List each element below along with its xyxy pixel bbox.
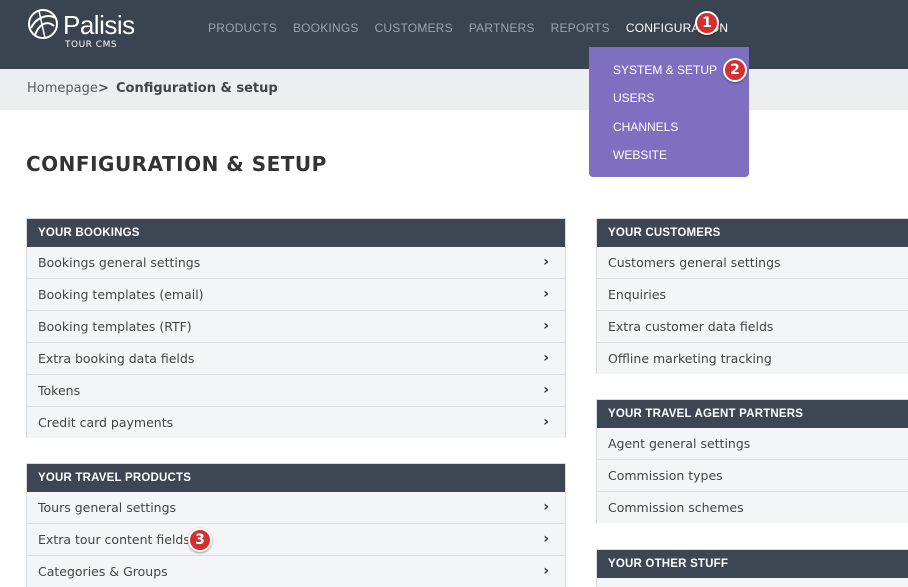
breadcrumb-home-link[interactable]: Homepage (27, 81, 98, 96)
panel-your-bookings: YOUR BOOKINGS Bookings general settings … (26, 218, 566, 438)
list-item-tokens[interactable]: Tokens › (27, 374, 565, 406)
list-item-label: Tours general settings (38, 500, 177, 515)
list-item-booking-templates-email[interactable]: Booking templates (email) › (27, 278, 565, 310)
menu-item-users[interactable]: USERS (613, 91, 654, 105)
panel-your-other-stuff: YOUR OTHER STUFF (596, 549, 908, 587)
panel-your-travel-products: YOUR TRAVEL PRODUCTS Tours general setti… (26, 463, 566, 587)
panel-header: YOUR OTHER STUFF (597, 550, 908, 578)
panel-header: YOUR TRAVEL AGENT PARTNERS (597, 400, 908, 428)
menu-item-website[interactable]: WEBSITE (613, 148, 667, 162)
list-item-extra-tour-content-fields[interactable]: Extra tour content fields › (27, 523, 565, 555)
list-item-label: Agent general settings (608, 436, 751, 451)
menu-item-system-setup[interactable]: SYSTEM & SETUP (613, 63, 717, 77)
list-item-categories-groups[interactable]: Categories & Groups › (27, 555, 565, 587)
menu-item-channels[interactable]: CHANNELS (613, 120, 678, 134)
chevron-right-icon: › (543, 414, 549, 430)
list-item-label: Customers general settings (608, 255, 781, 270)
list-item-customers-general-settings[interactable]: Customers general settings (597, 247, 908, 278)
list-item-agent-general-settings[interactable]: Agent general settings (597, 428, 908, 459)
list-item-extra-booking-data-fields[interactable]: Extra booking data fields › (27, 342, 565, 374)
list-item-label: Enquiries (608, 287, 666, 302)
list-item-label: Commission schemes (608, 500, 744, 515)
chevron-right-icon: › (543, 254, 549, 270)
list-item-label: Booking templates (email) (38, 287, 204, 302)
list-item-label: Extra tour content fields (38, 532, 190, 547)
list-item-label: Commission types (608, 468, 723, 483)
nav-customers[interactable]: CUSTOMERS (375, 21, 453, 37)
step-badge-3: 3 (188, 528, 212, 552)
nav-products[interactable]: PRODUCTS (208, 21, 277, 37)
panel-your-travel-agent-partners: YOUR TRAVEL AGENT PARTNERS Agent general… (596, 399, 908, 523)
panel-rows: Customers general settings Enquiries Ext… (597, 247, 908, 374)
chevron-right-icon: › (543, 563, 549, 579)
list-item-commission-types[interactable]: Commission types (597, 459, 908, 491)
list-item-label: Booking templates (RTF) (38, 319, 192, 334)
nav-partners[interactable]: PARTNERS (469, 21, 535, 37)
palisis-logo[interactable]: Palisis TOUR CMS (27, 8, 157, 58)
list-item-label: Credit card payments (38, 415, 174, 430)
panel-your-customers: YOUR CUSTOMERS Customers general setting… (596, 218, 908, 374)
chevron-right-icon: › (543, 286, 549, 302)
nav-reports[interactable]: REPORTS (551, 21, 610, 37)
panel-header: YOUR TRAVEL PRODUCTS (27, 464, 565, 492)
page-title: CONFIGURATION & SETUP (26, 152, 327, 176)
breadcrumb: Homepage > Configuration & setup (0, 69, 908, 110)
list-item-credit-card-payments[interactable]: Credit card payments › (27, 406, 565, 438)
panel-rows: Bookings general settings › Booking temp… (27, 247, 565, 438)
nav-bookings[interactable]: BOOKINGS (293, 21, 359, 37)
list-item-label: Offline marketing tracking (608, 351, 772, 366)
brand-subtitle: TOUR CMS (65, 40, 118, 50)
chevron-right-icon: › (543, 382, 549, 398)
top-navigation-bar: Palisis TOUR CMS PRODUCTS BOOKINGS CUSTO… (0, 0, 908, 69)
list-item-offline-marketing-tracking[interactable]: Offline marketing tracking (597, 342, 908, 374)
list-item-label: Extra booking data fields (38, 351, 195, 366)
panel-header: YOUR CUSTOMERS (597, 219, 908, 247)
chevron-right-icon: › (543, 318, 549, 334)
list-item-tours-general-settings[interactable]: Tours general settings › (27, 492, 565, 523)
list-item-label: Tokens (38, 383, 81, 398)
breadcrumb-current: Configuration & setup (116, 81, 278, 96)
chevron-right-icon: › (543, 350, 549, 366)
chevron-right-icon: › (543, 499, 549, 515)
chevron-right-icon: › (543, 531, 549, 547)
panel-rows: Agent general settings Commission types … (597, 428, 908, 523)
list-item-label: Categories & Groups (38, 564, 168, 579)
list-item-label: Extra customer data fields (608, 319, 774, 334)
panel-rows: Tours general settings › Extra tour cont… (27, 492, 565, 587)
step-badge-2: 2 (723, 58, 747, 82)
list-item-booking-templates-rtf[interactable]: Booking templates (RTF) › (27, 310, 565, 342)
panel-header: YOUR BOOKINGS (27, 219, 565, 247)
brand-name: Palisis (63, 10, 135, 40)
globe-logo-icon (28, 9, 58, 39)
list-item-commission-schemes[interactable]: Commission schemes (597, 491, 908, 523)
list-item-extra-customer-data-fields[interactable]: Extra customer data fields (597, 310, 908, 342)
main-nav: PRODUCTS BOOKINGS CUSTOMERS PARTNERS REP… (208, 21, 744, 37)
list-item-label: Bookings general settings (38, 255, 201, 270)
list-item-bookings-general-settings[interactable]: Bookings general settings › (27, 247, 565, 278)
breadcrumb-separator-icon: > (98, 81, 109, 96)
step-badge-1: 1 (695, 11, 719, 35)
list-item-enquiries[interactable]: Enquiries (597, 278, 908, 310)
